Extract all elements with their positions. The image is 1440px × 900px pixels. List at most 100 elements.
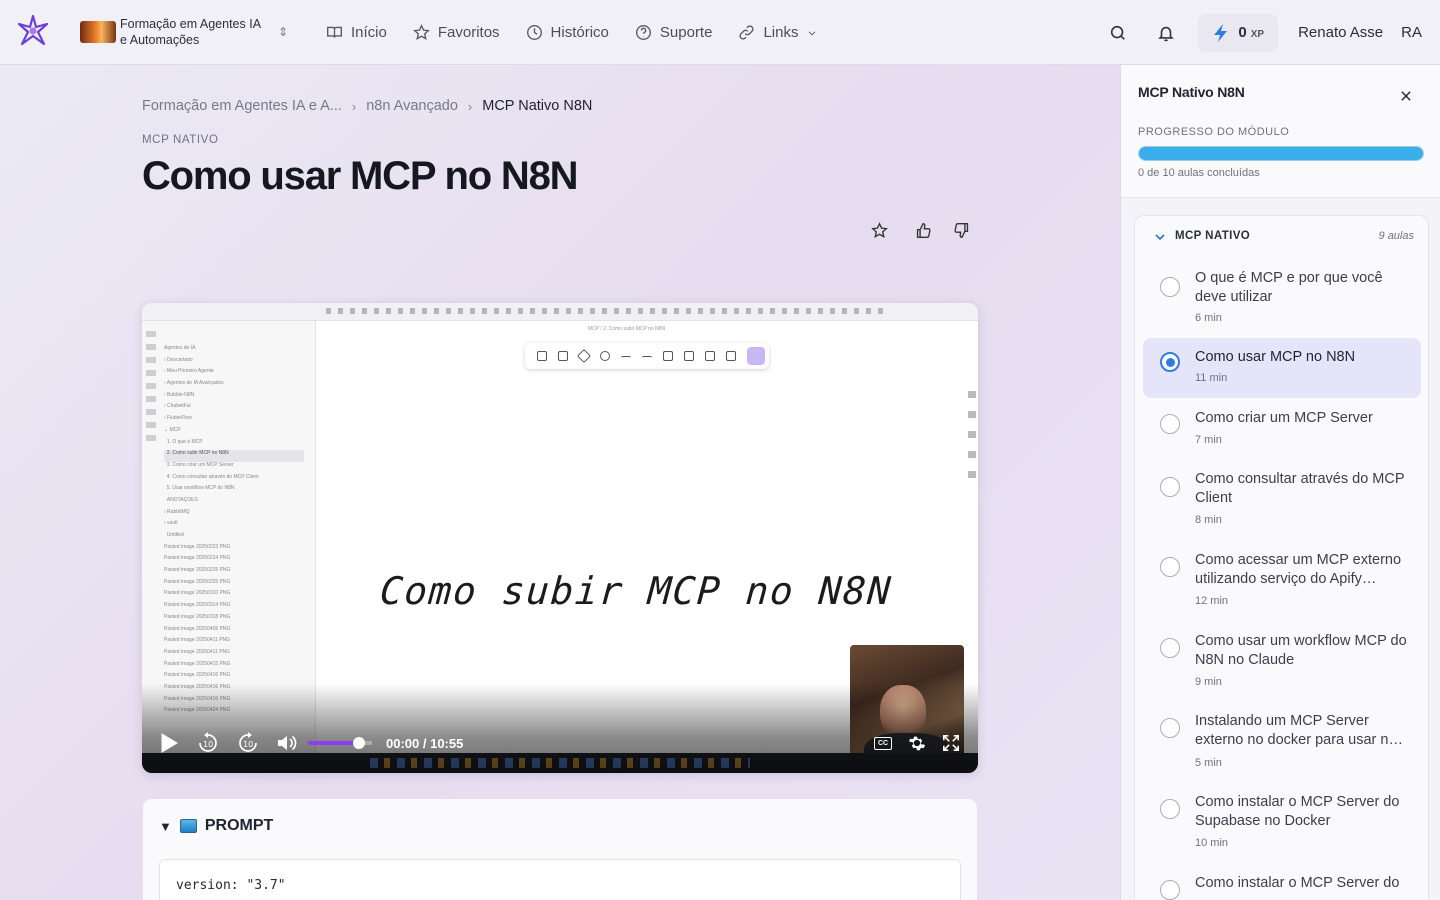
chevron-down-icon	[1155, 234, 1165, 241]
lesson-duration: 6 min	[1195, 312, 1222, 324]
video-frame-right-tools	[968, 391, 976, 483]
nav-label: Histórico	[550, 24, 609, 41]
volume-slider[interactable]	[308, 737, 372, 749]
avatar[interactable]: RA	[1401, 24, 1422, 41]
module-progress-bar	[1138, 146, 1424, 161]
play-icon	[161, 733, 178, 753]
captions-icon: CC	[874, 736, 892, 750]
lesson-item-active[interactable]: Como usar MCP no N8N 11 min	[1143, 338, 1421, 398]
module-lesson-count: 9 aulas	[1378, 230, 1414, 242]
module-toggle[interactable]: MCP NATIVO 9 aulas	[1135, 216, 1428, 256]
lesson-title: Como instalar o MCP Server do	[1195, 875, 1400, 891]
chevron-down-icon	[809, 30, 816, 35]
lesson-duration: 7 min	[1195, 434, 1222, 446]
breadcrumb-current: MCP Nativo N8N	[482, 98, 593, 114]
xp-value: 0	[1238, 24, 1247, 41]
svg-text:10: 10	[243, 740, 253, 749]
lesson-duration: 8 min	[1195, 514, 1222, 526]
xp-unit: XP	[1250, 28, 1265, 40]
link-icon	[739, 25, 755, 40]
lesson-duration: 5 min	[1195, 757, 1222, 769]
app-logo-icon[interactable]	[16, 14, 50, 48]
lesson-item[interactable]: Instalando um MCP Server externo no dock…	[1143, 702, 1421, 780]
lesson-title: Como criar um MCP Server	[1195, 410, 1373, 426]
star-icon	[870, 221, 888, 238]
volume-icon	[278, 735, 297, 751]
chevron-right-icon: ›	[467, 98, 473, 114]
panel-header: MCP Nativo N8N PROGRESSO DO MÓDULO 0 de …	[1121, 65, 1440, 198]
lesson-title: Como acessar um MCP externo utilizando s…	[1195, 552, 1402, 587]
dislike-button[interactable]	[950, 218, 972, 242]
lesson-duration: 12 min	[1195, 595, 1229, 607]
rewind-10-button[interactable]: 10	[196, 731, 220, 755]
nav-label: Início	[351, 24, 387, 41]
rewind-10-icon: 10	[199, 732, 217, 752]
nav-item-favoritos[interactable]: Favoritos	[412, 24, 500, 41]
video-controls-right: CC	[874, 728, 960, 758]
time-total: 10:55	[430, 735, 464, 751]
gear-icon	[908, 736, 926, 751]
lesson-item[interactable]: Como criar um MCP Server 7 min	[1143, 400, 1421, 460]
volume-knob[interactable]	[353, 737, 366, 749]
captions-button[interactable]: CC	[874, 736, 892, 750]
star-icon	[412, 24, 430, 40]
play-button[interactable]	[158, 732, 180, 754]
top-bar: Formação em Agentes IA e Automações ⇕ In…	[0, 0, 1440, 65]
video-controls: 10 10 00:00 / 10:55 CC	[158, 728, 962, 758]
like-button[interactable]	[912, 218, 934, 242]
lesson-item[interactable]: Como consultar através do MCP Client 8 m…	[1143, 461, 1421, 539]
nav-item-links[interactable]: Links	[738, 24, 818, 41]
lightning-icon	[1214, 23, 1228, 42]
module-card: MCP NATIVO 9 aulas O que é MCP e por que…	[1134, 215, 1429, 900]
lesson-item[interactable]: Como instalar o MCP Server do	[1143, 864, 1421, 900]
nav-label: Links	[763, 24, 799, 41]
lesson-title: Como usar um workflow MCP do N8N no Clau…	[1195, 633, 1407, 668]
module-panel: MCP Nativo N8N PROGRESSO DO MÓDULO 0 de …	[1120, 65, 1440, 900]
lesson-item[interactable]: Como acessar um MCP externo utilizando s…	[1143, 541, 1421, 619]
page-title: Como usar MCP no N8N	[142, 154, 579, 198]
breadcrumb-item[interactable]: Formação em Agentes IA e A...	[142, 98, 342, 114]
nav-item-suporte[interactable]: Suporte	[635, 24, 712, 41]
lesson-item[interactable]: Como instalar o MCP Server do Supabase n…	[1143, 783, 1421, 861]
prompt-label: PROMPT	[204, 817, 274, 834]
prompt-toggle[interactable]: ▼ PROMPT	[159, 817, 273, 835]
lesson-actions	[868, 218, 972, 242]
volume-button[interactable]	[276, 733, 298, 753]
book-icon	[327, 26, 342, 38]
forward-10-button[interactable]: 10	[236, 731, 260, 755]
panel-title: MCP Nativo N8N	[1138, 84, 1245, 100]
computer-icon	[179, 819, 197, 833]
fullscreen-button[interactable]	[942, 734, 960, 752]
video-frame-toolbar	[525, 343, 769, 369]
top-right-actions: 0 XP Renato Asse RA	[1098, 0, 1422, 65]
breadcrumb-item[interactable]: n8n Avançado	[366, 98, 458, 114]
lesson-title: Como instalar o MCP Server do Supabase n…	[1195, 794, 1400, 829]
prompt-code-block[interactable]: version: "3.7"	[159, 859, 961, 900]
nav-label: Favoritos	[437, 24, 500, 41]
video-player[interactable]: Agentes de IA › Descartado › Meu Primeiro …	[142, 303, 978, 773]
video-handwritten-title: Como subir MCP no N8N	[378, 569, 894, 613]
thumbs-up-icon	[916, 222, 931, 238]
xp-badge[interactable]: 0 XP	[1198, 13, 1279, 52]
notifications-button[interactable]	[1146, 13, 1186, 53]
lesson-status-radio	[1160, 414, 1180, 434]
settings-button[interactable]	[908, 734, 926, 752]
search-button[interactable]	[1098, 13, 1138, 53]
close-panel-button[interactable]	[1391, 81, 1421, 111]
lesson-item[interactable]: O que é MCP e por que você deve utilizar…	[1143, 261, 1421, 333]
breadcrumb: Formação em Agentes IA e A... › n8n Avan…	[142, 98, 592, 114]
nav-item-historico[interactable]: Histórico	[526, 24, 609, 41]
course-switcher[interactable]: Formação em Agentes IA e Automações ⇕	[80, 15, 288, 49]
module-name: MCP NATIVO	[1175, 230, 1251, 242]
nav-item-inicio[interactable]: Início	[326, 24, 387, 41]
svg-text:10: 10	[203, 740, 213, 749]
forward-10-icon: 10	[239, 732, 257, 752]
fullscreen-icon	[942, 734, 960, 752]
course-name: Formação em Agentes IA e Automações	[120, 17, 261, 47]
volume-fill	[308, 741, 360, 745]
favorite-button[interactable]	[868, 218, 890, 242]
lesson-item[interactable]: Como usar um workflow MCP do N8N no Clau…	[1143, 622, 1421, 700]
course-thumbnail	[80, 21, 116, 43]
user-name[interactable]: Renato Asse	[1298, 24, 1383, 41]
lesson-title: O que é MCP e por que você deve utilizar	[1195, 270, 1383, 305]
